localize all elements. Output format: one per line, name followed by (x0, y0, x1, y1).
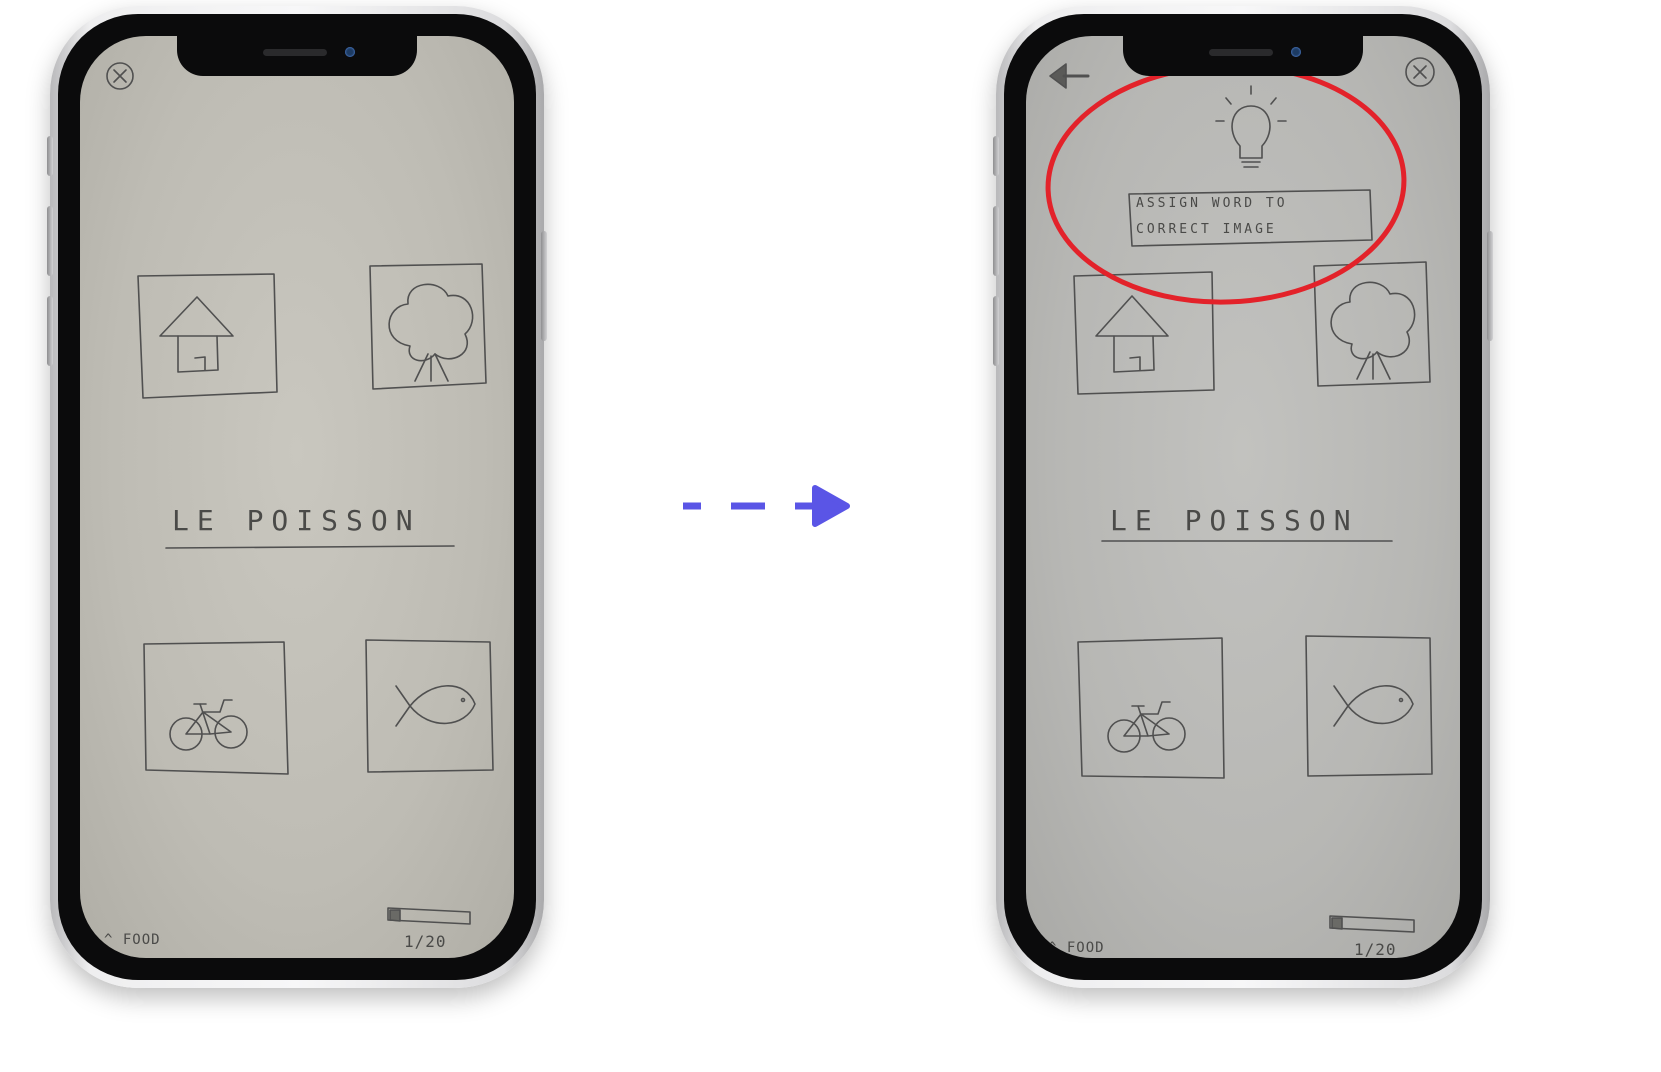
phone-side-button (47, 136, 53, 176)
phone-after: ASSIGN WORD TO CORRECT IMAGE LE POISSON … (993, 6, 1493, 988)
close-icon[interactable] (106, 62, 134, 90)
back-arrow-icon[interactable] (1049, 63, 1090, 89)
tip-text-line1: ASSIGN WORD TO (1136, 196, 1288, 211)
fish-icon (1333, 685, 1414, 727)
bicycle-icon (169, 699, 248, 751)
phone-volume-up (993, 206, 999, 276)
tree-card[interactable] (1313, 261, 1431, 387)
sketch-layer (106, 62, 494, 925)
phone-volume-up (47, 206, 53, 276)
progress-counter: 1/20 (404, 932, 447, 951)
tree-icon (1330, 281, 1416, 380)
phone-notch (1123, 36, 1363, 76)
house-icon (159, 296, 234, 373)
tree-icon (388, 283, 474, 382)
phone-notch (177, 36, 417, 76)
progress-bar-icon (1329, 915, 1415, 933)
phone-speaker (263, 49, 327, 56)
phone-speaker (1209, 49, 1273, 56)
phone-power-button (1487, 231, 1493, 341)
phone-bezel: ASSIGN WORD TO CORRECT IMAGE LE POISSON … (1004, 14, 1482, 980)
target-word: LE POISSON (1110, 504, 1359, 537)
fish-card[interactable] (1305, 635, 1433, 777)
transition-arrow-icon (683, 485, 850, 527)
category-label: FOOD (1066, 940, 1105, 956)
bicycle-icon (1107, 701, 1186, 753)
phone-power-button (541, 231, 547, 341)
screen-after: ASSIGN WORD TO CORRECT IMAGE LE POISSON … (1026, 36, 1460, 958)
fish-icon (395, 685, 476, 727)
screen-before: LE POISSON ^ FOOD 1/20 (80, 36, 514, 958)
target-word: LE POISSON (172, 504, 421, 537)
house-icon (1095, 295, 1169, 373)
phone-volume-down (47, 296, 53, 366)
sketch-layer (1045, 57, 1435, 933)
phone-before: LE POISSON ^ FOOD 1/20 (47, 6, 547, 988)
chevron-up-icon: ^ (104, 932, 114, 948)
lightbulb-icon (1215, 85, 1287, 168)
tree-card[interactable] (369, 263, 487, 390)
phone-side-button (993, 136, 999, 176)
bicycle-card[interactable] (143, 641, 289, 775)
category-label-group[interactable]: ^ FOOD (1048, 940, 1105, 956)
phone-camera (1291, 47, 1301, 57)
word-underline (165, 545, 455, 549)
category-label-group[interactable]: ^ FOOD (104, 932, 161, 948)
phone-volume-down (993, 296, 999, 366)
phone-bezel: LE POISSON ^ FOOD 1/20 (58, 14, 536, 980)
close-icon[interactable] (1405, 57, 1435, 87)
category-label: FOOD (122, 932, 161, 948)
progress-counter: 1/20 (1354, 940, 1397, 958)
highlight-ring (1045, 63, 1407, 305)
progress-bar-icon (387, 907, 471, 925)
fish-card[interactable] (365, 639, 494, 773)
bicycle-card[interactable] (1077, 637, 1225, 779)
tip-text-line2: CORRECT IMAGE (1136, 222, 1277, 237)
chevron-up-icon: ^ (1048, 940, 1058, 956)
house-card[interactable] (137, 273, 278, 399)
phone-camera (345, 47, 355, 57)
